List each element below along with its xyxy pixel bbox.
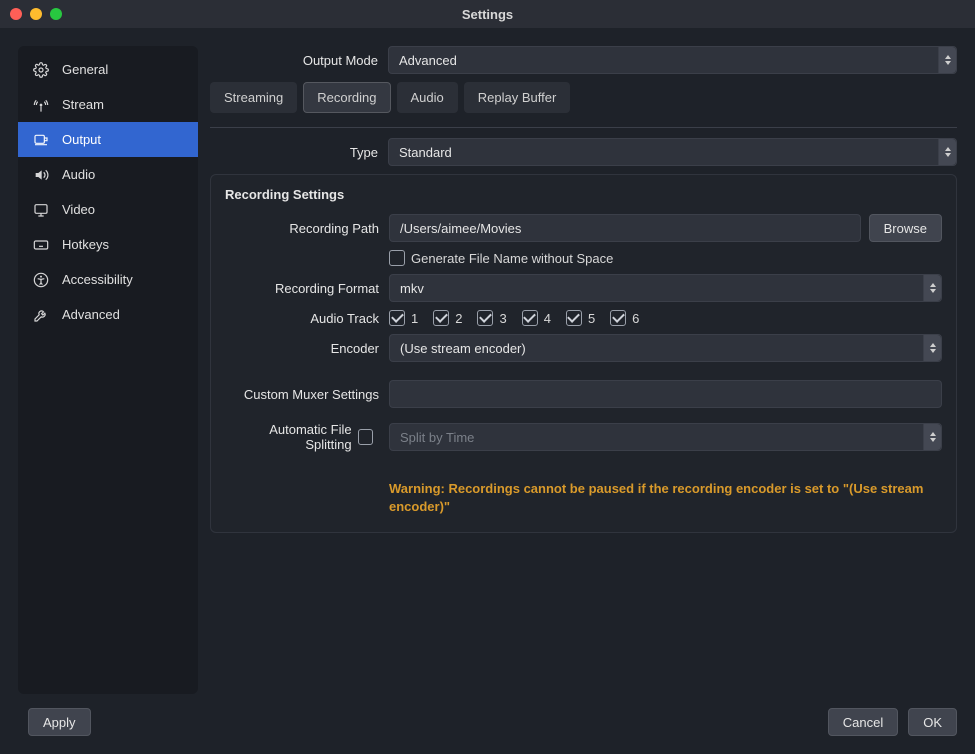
content-pane: Output Mode Advanced Streaming Recording…	[210, 46, 957, 694]
type-value: Standard	[399, 145, 452, 160]
gear-icon	[32, 62, 50, 78]
monitor-icon	[32, 202, 50, 218]
recording-path-input[interactable]: /Users/aimee/Movies	[389, 214, 861, 242]
output-mode-label: Output Mode	[210, 53, 388, 68]
tab-audio[interactable]: Audio	[397, 82, 458, 113]
stepper-icon	[938, 139, 956, 165]
encoder-label: Encoder	[225, 341, 389, 356]
sidebar-item-label: Audio	[62, 167, 95, 182]
tools-icon	[32, 307, 50, 323]
speaker-icon	[32, 167, 50, 183]
sidebar-item-advanced[interactable]: Advanced	[18, 297, 198, 332]
ok-button[interactable]: OK	[908, 708, 957, 736]
accessibility-icon	[32, 272, 50, 288]
audio-track-4-checkbox[interactable]	[522, 310, 538, 326]
auto-split-label: Automatic File Splitting	[225, 422, 352, 452]
sidebar-item-output[interactable]: Output	[18, 122, 198, 157]
sidebar-item-video[interactable]: Video	[18, 192, 198, 227]
stepper-icon	[923, 275, 941, 301]
sidebar: General Stream Output Audio	[18, 46, 198, 694]
encoder-warning: Warning: Recordings cannot be paused if …	[389, 480, 942, 516]
recording-format-label: Recording Format	[225, 281, 389, 296]
audio-track-3-checkbox[interactable]	[477, 310, 493, 326]
tab-replay-buffer[interactable]: Replay Buffer	[464, 82, 571, 113]
sidebar-item-label: Hotkeys	[62, 237, 109, 252]
split-mode-select[interactable]: Split by Time	[389, 423, 942, 451]
audio-track-2-checkbox[interactable]	[433, 310, 449, 326]
audio-track-1-checkbox[interactable]	[389, 310, 405, 326]
encoder-select[interactable]: (Use stream encoder)	[389, 334, 942, 362]
type-label: Type	[210, 145, 388, 160]
output-tabs: Streaming Recording Audio Replay Buffer	[210, 82, 957, 113]
sidebar-item-accessibility[interactable]: Accessibility	[18, 262, 198, 297]
sidebar-item-label: Stream	[62, 97, 104, 112]
tab-streaming[interactable]: Streaming	[210, 82, 297, 113]
custom-muxer-input[interactable]	[389, 380, 942, 408]
divider	[210, 127, 957, 128]
keyboard-icon	[32, 237, 50, 253]
sidebar-item-hotkeys[interactable]: Hotkeys	[18, 227, 198, 262]
sidebar-item-audio[interactable]: Audio	[18, 157, 198, 192]
output-mode-select[interactable]: Advanced	[388, 46, 957, 74]
sidebar-item-label: Advanced	[62, 307, 120, 322]
custom-muxer-label: Custom Muxer Settings	[225, 387, 389, 402]
generate-no-space-checkbox[interactable]	[389, 250, 405, 266]
sidebar-item-label: Video	[62, 202, 95, 217]
type-select[interactable]: Standard	[388, 138, 957, 166]
sidebar-item-stream[interactable]: Stream	[18, 87, 198, 122]
audio-track-5-checkbox[interactable]	[566, 310, 582, 326]
footer: Apply Cancel OK	[18, 708, 957, 736]
sidebar-item-label: Accessibility	[62, 272, 133, 287]
generate-no-space-label: Generate File Name without Space	[411, 251, 613, 266]
apply-button[interactable]: Apply	[28, 708, 91, 736]
output-icon	[32, 132, 50, 148]
recording-path-label: Recording Path	[225, 221, 389, 236]
audio-track-6-checkbox[interactable]	[610, 310, 626, 326]
window-title: Settings	[0, 7, 975, 22]
output-mode-value: Advanced	[399, 53, 457, 68]
antenna-icon	[32, 97, 50, 113]
panel-title: Recording Settings	[225, 187, 942, 202]
cancel-button[interactable]: Cancel	[828, 708, 898, 736]
stepper-icon	[938, 47, 956, 73]
recording-format-select[interactable]: mkv	[389, 274, 942, 302]
auto-split-checkbox[interactable]	[358, 429, 373, 445]
browse-button[interactable]: Browse	[869, 214, 942, 242]
tab-recording[interactable]: Recording	[303, 82, 390, 113]
stepper-icon	[923, 424, 941, 450]
sidebar-item-label: Output	[62, 132, 101, 147]
recording-settings-panel: Recording Settings Recording Path /Users…	[210, 174, 957, 533]
titlebar: Settings	[0, 0, 975, 28]
sidebar-item-general[interactable]: General	[18, 52, 198, 87]
sidebar-item-label: General	[62, 62, 108, 77]
audio-track-label: Audio Track	[225, 311, 389, 326]
stepper-icon	[923, 335, 941, 361]
